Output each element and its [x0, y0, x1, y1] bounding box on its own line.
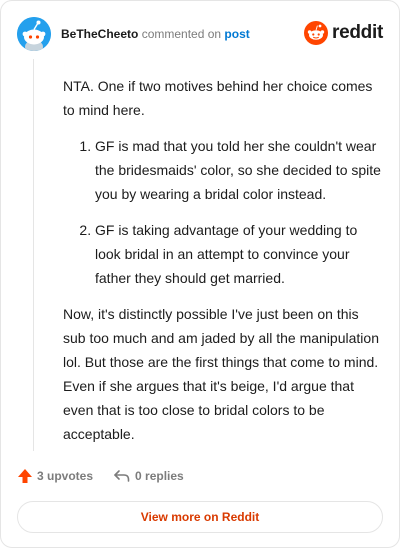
comment-header: BeTheCheeto commented on post reddit: [17, 17, 383, 51]
username-link[interactable]: BeTheCheeto: [61, 27, 138, 41]
upvote-button[interactable]: 3 upvotes: [17, 468, 93, 484]
upvote-count: 3 upvotes: [37, 469, 94, 483]
comment-embed-card: BeTheCheeto commented on post reddit NTA…: [0, 0, 400, 548]
upvote-arrow-icon: [18, 469, 32, 483]
comment-list-item: GF is mad that you told her she couldn't…: [95, 134, 381, 206]
snoo-avatar-icon: [17, 17, 51, 51]
reddit-logo-icon: [304, 21, 329, 45]
thread-line: [33, 59, 34, 451]
comment-actions: 3 upvotes 0 replies: [17, 465, 184, 487]
view-more-button[interactable]: View more on Reddit: [17, 501, 383, 533]
comment-outro: Now, it's distinctly possible I've just …: [63, 306, 379, 442]
reddit-wordmark: reddit: [332, 22, 383, 43]
reply-button[interactable]: 0 replies: [113, 468, 184, 484]
reply-count: 0 replies: [135, 469, 184, 483]
comment-body: NTA. One if two motives behind her choic…: [63, 74, 381, 458]
action-text: commented on: [141, 27, 222, 41]
comment-list: GF is mad that you told her she couldn't…: [63, 134, 381, 290]
avatar[interactable]: [17, 17, 51, 51]
post-link[interactable]: post: [224, 27, 249, 41]
reply-arrow-icon: [114, 470, 130, 482]
comment-list-item: GF is taking advantage of your wedding t…: [95, 218, 381, 290]
comment-meta: BeTheCheeto commented on post: [61, 26, 250, 42]
comment-intro: NTA. One if two motives behind her choic…: [63, 78, 373, 118]
reddit-brand[interactable]: reddit: [304, 21, 383, 45]
